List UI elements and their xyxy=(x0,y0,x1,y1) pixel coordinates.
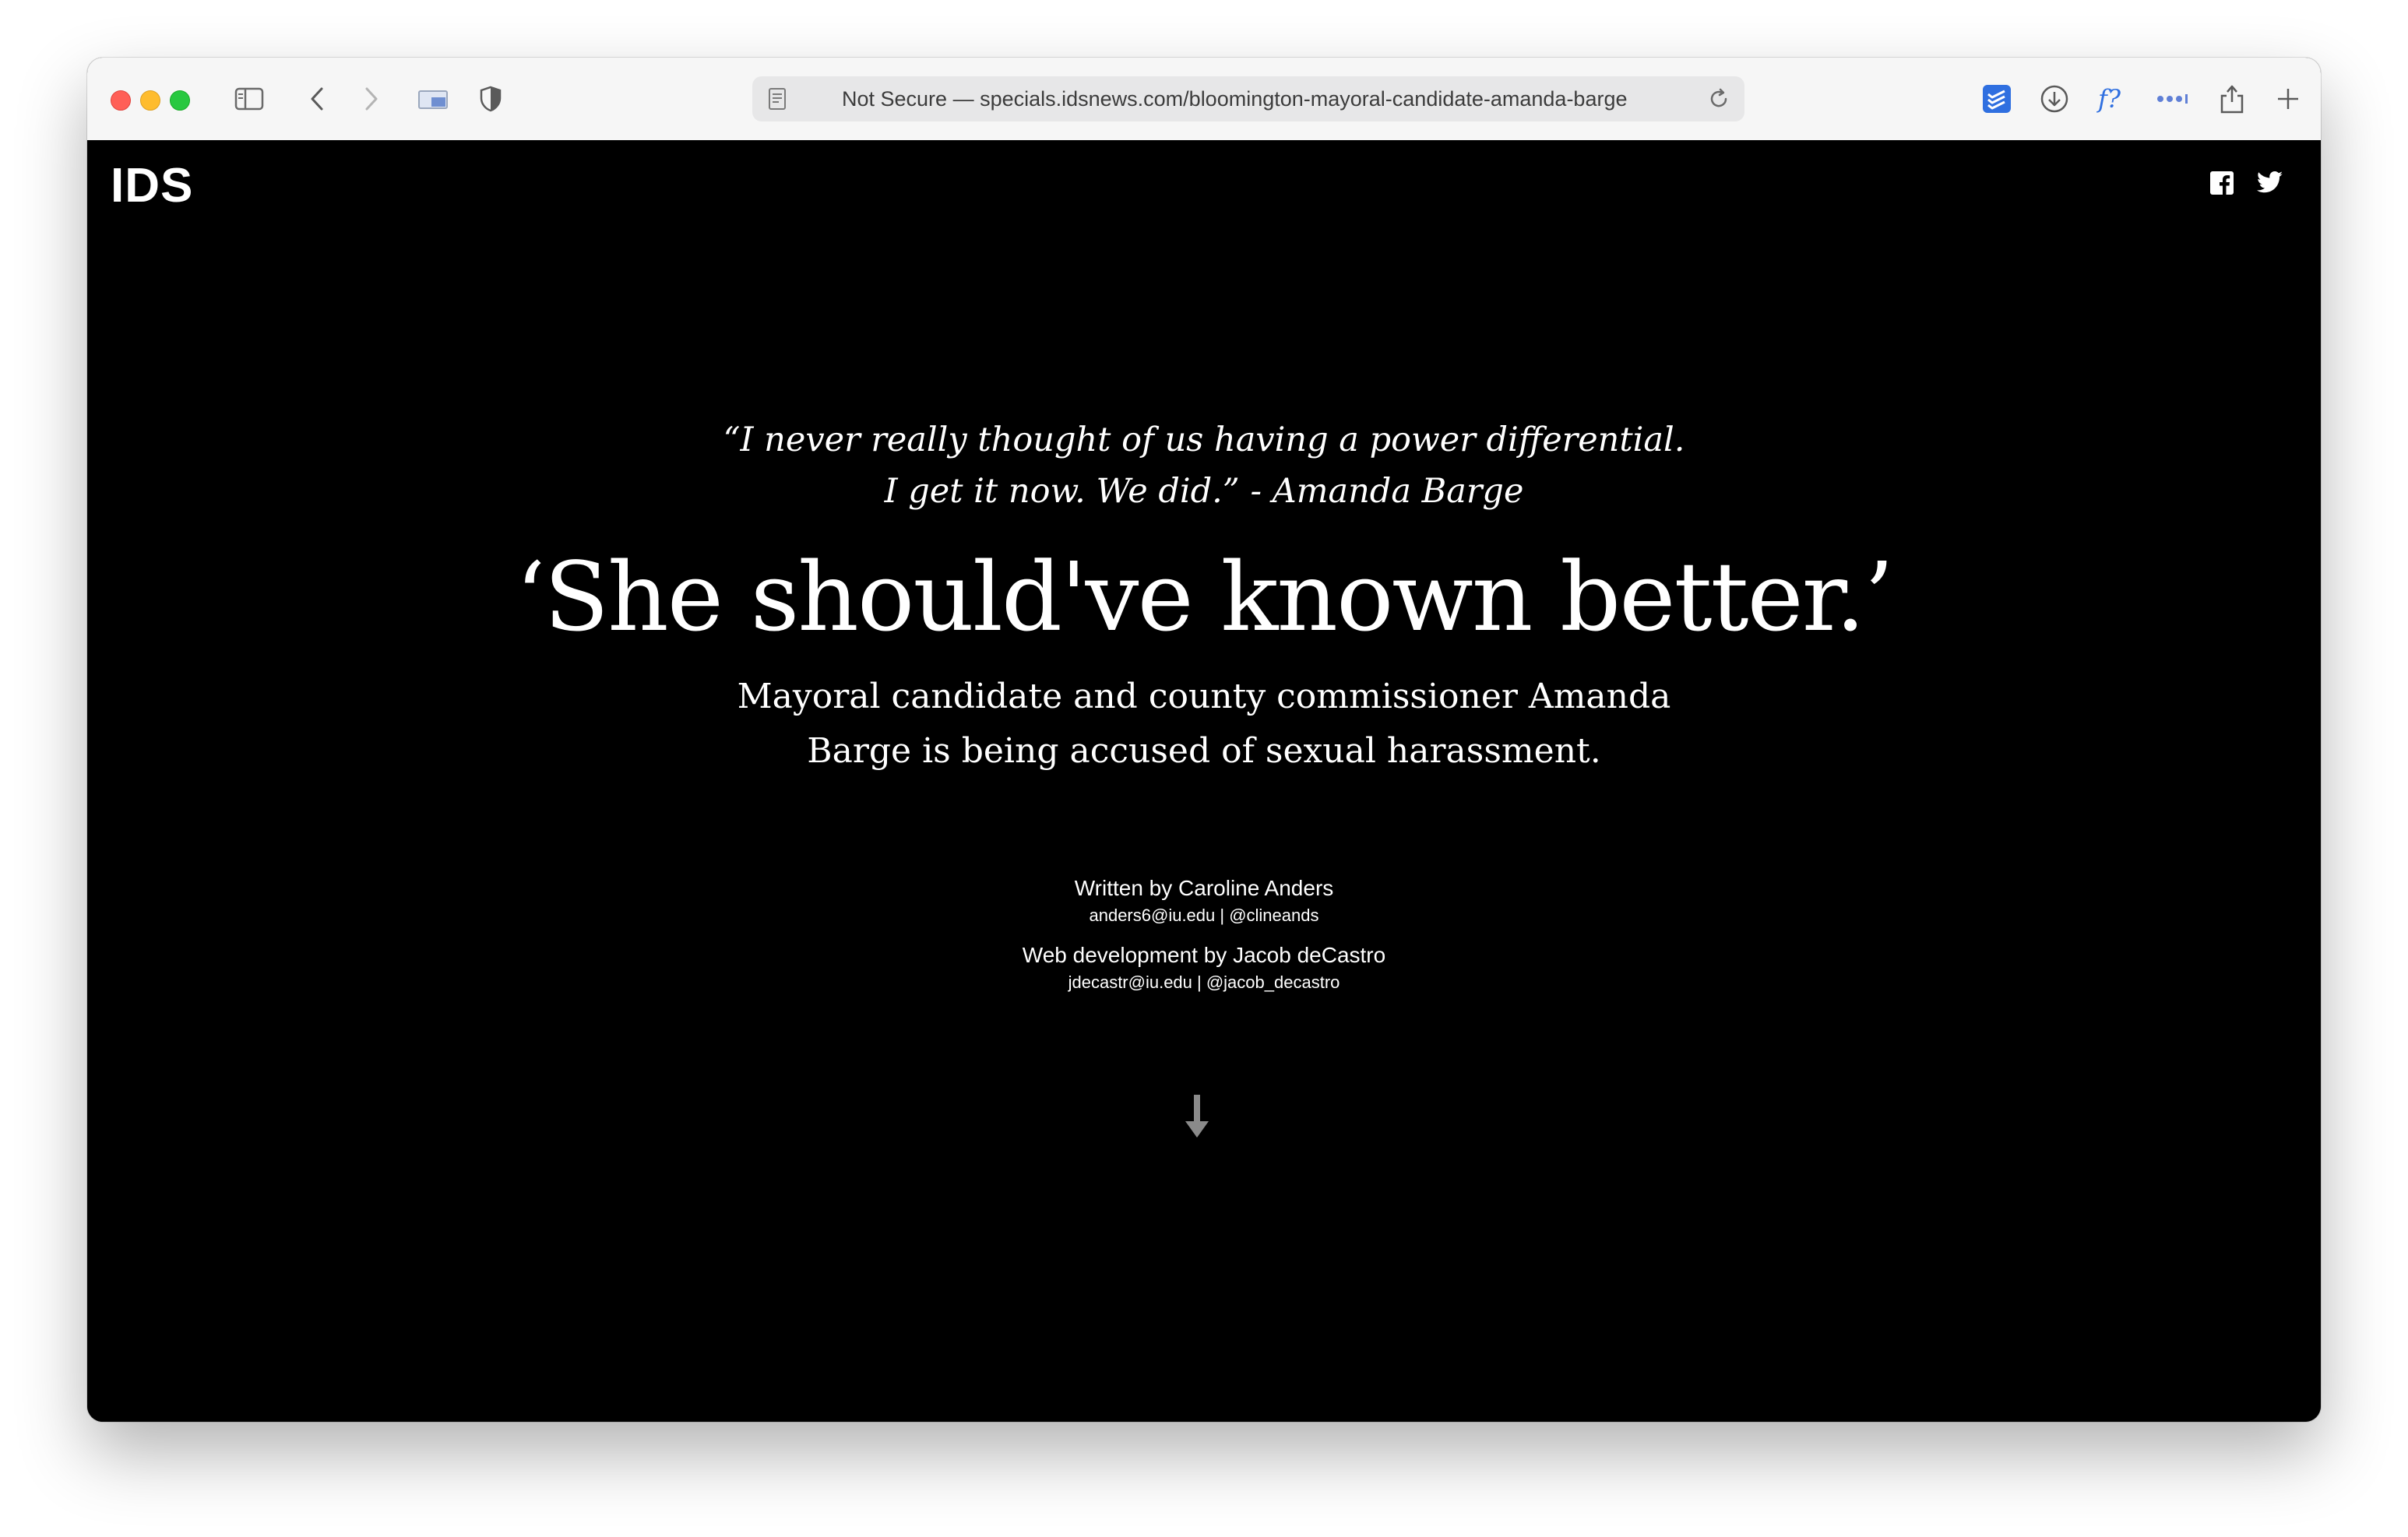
close-window-button[interactable] xyxy=(111,90,131,111)
tab-overview-icon[interactable] xyxy=(416,58,450,140)
reader-icon[interactable] xyxy=(768,87,787,114)
pull-quote-line2: I get it now. We did.” - Amanda Barge xyxy=(884,472,1524,511)
browser-window: Not Secure — specials.idsnews.com/bloomi… xyxy=(87,58,2321,1422)
subheadline-line2: Barge is being accused of sexual harassm… xyxy=(807,731,1601,771)
article-page: IDS “I never really thought of us having… xyxy=(87,140,2321,1422)
back-icon[interactable] xyxy=(305,58,329,140)
reload-icon[interactable] xyxy=(1707,87,1730,114)
font-finder-icon[interactable]: f? xyxy=(2095,58,2134,140)
developer-contact[interactable]: jdecastr@iu.edu | @jacob_decastro xyxy=(87,970,2321,995)
browser-toolbar: Not Secure — specials.idsnews.com/bloomi… xyxy=(87,58,2321,142)
new-tab-icon[interactable] xyxy=(2272,58,2304,140)
address-bar[interactable]: Not Secure — specials.idsnews.com/bloomi… xyxy=(752,76,1744,121)
writer-contact[interactable]: anders6@iu.edu | @clineands xyxy=(87,903,2321,928)
forward-icon[interactable] xyxy=(360,58,383,140)
twitter-icon[interactable] xyxy=(2257,171,2283,196)
article-subheadline: Mayoral candidate and county commissione… xyxy=(87,670,2321,779)
svg-text:f?: f? xyxy=(2096,84,2121,114)
minimize-window-button[interactable] xyxy=(140,90,160,111)
privacy-shield-icon[interactable] xyxy=(477,58,505,140)
pull-quote-line1: “I never really thought of us having a p… xyxy=(723,420,1685,459)
facebook-icon[interactable] xyxy=(2210,171,2234,198)
subheadline-line1: Mayoral candidate and county commissione… xyxy=(737,677,1671,716)
article-headline: ‘She should've known better.’ xyxy=(515,542,1894,652)
pull-quote: “I never really thought of us having a p… xyxy=(87,414,2321,517)
scroll-down-arrow-icon[interactable] xyxy=(1185,1095,1209,1141)
sidebar-icon[interactable] xyxy=(232,58,266,140)
zoom-window-button[interactable] xyxy=(170,90,190,111)
writer-credit: Written by Caroline Anders xyxy=(1074,876,1334,900)
byline-developer: Web development by Jacob deCastro jdecas… xyxy=(87,941,2321,995)
developer-credit: Web development by Jacob deCastro xyxy=(1022,943,1386,967)
url-text[interactable]: Not Secure — specials.idsnews.com/bloomi… xyxy=(842,76,1683,121)
todoist-extension-icon[interactable] xyxy=(1980,58,2014,140)
more-extensions-icon[interactable] xyxy=(2153,58,2191,140)
site-logo[interactable]: IDS xyxy=(111,162,193,210)
share-icon[interactable] xyxy=(2216,58,2248,140)
download-icon[interactable] xyxy=(2037,58,2072,140)
byline-writer: Written by Caroline Anders anders6@iu.ed… xyxy=(87,874,2321,928)
